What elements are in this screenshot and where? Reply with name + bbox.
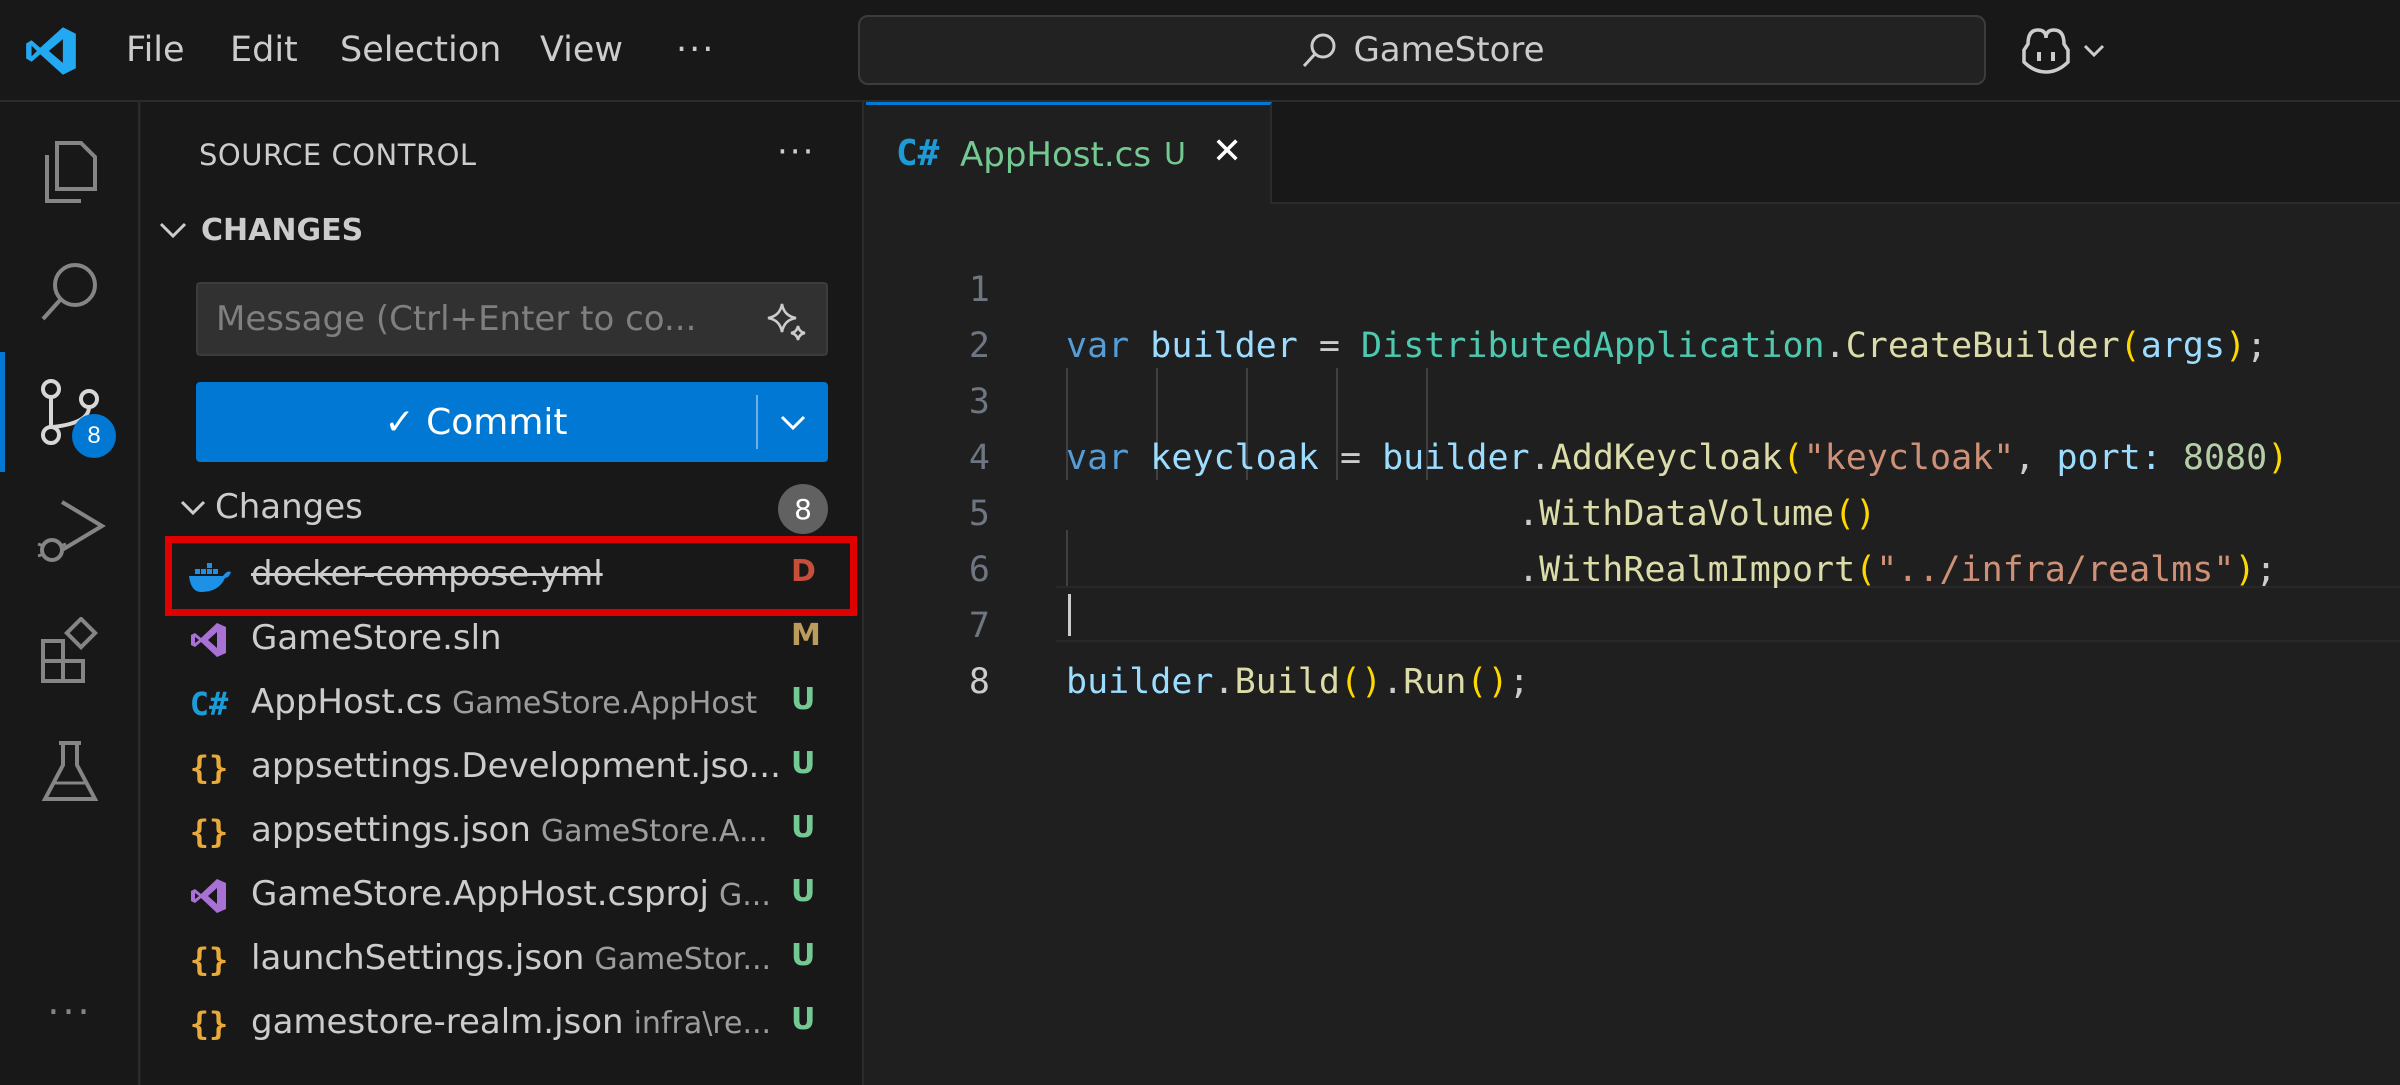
json-icon: {}: [189, 749, 229, 787]
activity-extensions[interactable]: [0, 592, 140, 712]
file-path-description: GameStor...: [594, 942, 772, 977]
file-status: U: [791, 810, 816, 845]
visual-studio-icon: [187, 874, 231, 918]
tab-close-button[interactable]: ✕: [1212, 131, 1242, 172]
search-text: GameStore: [1353, 30, 1545, 70]
commit-dropdown-button[interactable]: [758, 382, 828, 462]
file-item[interactable]: {} appsettings.json GameStore.A... U: [141, 800, 863, 864]
file-name: launchSettings.json GameStor...: [251, 938, 772, 978]
line-number: 8: [968, 662, 990, 702]
source-control-sidebar: SOURCE CONTROL ··· CHANGES Message (Ctrl…: [141, 102, 864, 1085]
command-center-search[interactable]: GameStore: [858, 15, 1986, 85]
activity-run-debug[interactable]: [0, 472, 140, 592]
flask-icon: [41, 741, 99, 801]
file-item[interactable]: C# AppHost.cs GameStore.AppHost U: [141, 672, 863, 736]
file-status: M: [791, 618, 821, 653]
sidebar-more-button[interactable]: ···: [777, 132, 815, 172]
code-line-1: 1 var builder = DistributedApplication.C…: [866, 206, 2400, 366]
code-line-5: 5 .WithRealmImport("../infra/realms");: [866, 430, 2400, 590]
sidebar-title: SOURCE CONTROL: [199, 138, 477, 172]
csharp-icon: C#: [189, 685, 229, 723]
file-status: U: [791, 1002, 816, 1037]
file-name: appsettings.json GameStore.A...: [251, 810, 768, 850]
file-item[interactable]: {} launchSettings.json GameStor... U: [141, 928, 863, 992]
file-item[interactable]: {} gamestore-realm.json infra\re... U: [141, 992, 863, 1056]
copilot-button[interactable]: [2018, 22, 2108, 78]
commit-main-button[interactable]: ✓ Commit: [196, 382, 756, 462]
file-name: GameStore.AppHost.csproj G...: [251, 874, 771, 914]
commit-message-placeholder: Message (Ctrl+Enter to co...: [216, 299, 697, 339]
code-line-7: 7 builder.Build().Run();: [866, 542, 2400, 702]
activity-explorer[interactable]: [0, 112, 140, 232]
file-status: U: [791, 874, 816, 909]
tab-status: U: [1164, 137, 1186, 172]
file-path-description: GameStore.AppHost: [452, 686, 758, 721]
code-line-3: 3 var keycloak = builder.AddKeycloak("ke…: [866, 318, 2400, 478]
file-name: gamestore-realm.json infra\re...: [251, 1002, 772, 1042]
menu-view[interactable]: View: [540, 0, 623, 100]
changes-count-badge: 8: [778, 484, 828, 534]
title-bar: File Edit Selection View ··· GameStore: [0, 0, 2400, 102]
file-status: U: [791, 746, 816, 781]
file-path-description: infra\re...: [633, 1006, 772, 1041]
sparkle-icon[interactable]: [766, 300, 808, 342]
json-icon: {}: [189, 813, 229, 851]
visual-studio-icon: [187, 618, 231, 662]
chevron-down-icon: [180, 500, 206, 516]
activity-bar: 8 ···: [0, 102, 140, 1085]
activity-source-control[interactable]: 8: [0, 352, 140, 472]
editor-tab-bar: C# AppHost.cs U ✕: [866, 102, 2400, 204]
commit-message-input[interactable]: Message (Ctrl+Enter to co...: [196, 282, 828, 356]
file-path-description: G...: [719, 878, 771, 913]
tab-apphost[interactable]: C# AppHost.cs U ✕: [866, 102, 1272, 204]
code-line-4: 4 .WithDataVolume(): [866, 374, 2400, 534]
search-icon: [41, 263, 97, 321]
commit-button[interactable]: ✓ Commit: [196, 382, 828, 462]
activity-search[interactable]: [0, 232, 140, 352]
file-path-description: GameStore.A...: [540, 814, 768, 849]
changes-group-label: Changes: [215, 487, 363, 527]
file-item[interactable]: GameStore.AppHost.csproj G... U: [141, 864, 863, 928]
menu-file[interactable]: File: [126, 0, 185, 100]
tab-filename: AppHost.cs: [960, 135, 1152, 175]
code-line-2: 2: [866, 262, 2400, 366]
file-name: appsettings.Development.jso...: [251, 746, 781, 786]
highlight-box: [165, 536, 857, 616]
menu-selection[interactable]: Selection: [340, 0, 501, 100]
file-name: GameStore.sln: [251, 618, 502, 658]
code-editor[interactable]: 1 var builder = DistributedApplication.C…: [866, 204, 2400, 1085]
extensions-icon: [41, 617, 98, 683]
changes-section-label: CHANGES: [201, 212, 364, 248]
search-icon: [1303, 33, 1336, 68]
json-icon: {}: [189, 941, 229, 979]
changes-group-header[interactable]: Changes 8: [177, 482, 828, 534]
chevron-down-icon: [780, 415, 806, 431]
file-item[interactable]: {} appsettings.Development.jso... U: [141, 736, 863, 800]
source-control-badge: 8: [72, 414, 116, 458]
json-icon: {}: [189, 1005, 229, 1043]
changes-section-header[interactable]: CHANGES: [155, 212, 363, 248]
file-name: AppHost.cs GameStore.AppHost: [251, 682, 758, 722]
chevron-down-icon: [159, 222, 187, 239]
file-status: U: [791, 682, 816, 717]
csharp-icon: C#: [896, 133, 940, 174]
copilot-icon: [2022, 28, 2070, 74]
file-status: U: [791, 938, 816, 973]
menu-edit[interactable]: Edit: [230, 0, 298, 100]
file-item[interactable]: GameStore.sln M: [141, 608, 863, 672]
run-debug-icon: [37, 500, 106, 562]
activity-testing[interactable]: [0, 712, 140, 832]
code-line-8: 8: [866, 598, 2400, 702]
text-cursor: [1068, 594, 1071, 636]
menu-more-button[interactable]: ···: [676, 0, 715, 100]
code-line-6: 6: [866, 486, 2400, 590]
chevron-down-icon: [2083, 44, 2105, 58]
vscode-logo-icon[interactable]: [24, 24, 78, 78]
activity-more-button[interactable]: ···: [0, 952, 140, 1072]
files-icon: [45, 141, 97, 203]
